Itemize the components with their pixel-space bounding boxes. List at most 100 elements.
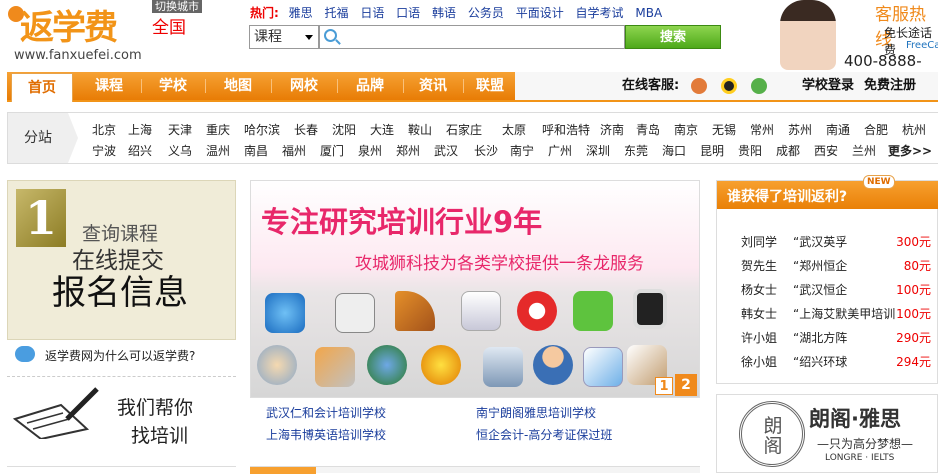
nav-item-schools[interactable]: 学校 — [143, 72, 203, 100]
search-button[interactable]: 搜索 — [625, 25, 721, 49]
hot-keyword-link[interactable]: MBA — [635, 6, 662, 20]
city-link[interactable]: 广州 — [548, 142, 572, 159]
hot-keyword-link[interactable]: 雅思 — [289, 6, 313, 20]
why-refund-link[interactable]: 返学费网为什么可以返学费? — [15, 346, 235, 366]
nav-item-home[interactable]: 首页 — [11, 73, 73, 102]
rebate-row[interactable]: 杨女士 “武汉恒企 100元 — [741, 281, 931, 299]
city-link[interactable]: 南宁 — [510, 142, 534, 159]
school-link[interactable]: 武汉仁和会计培训学校 — [266, 404, 386, 421]
nav-item-brands[interactable]: 品牌 — [339, 72, 401, 100]
find-training-banner[interactable]: 我们帮你 找培训 — [7, 376, 236, 456]
city-link[interactable]: 绍兴 — [128, 142, 152, 159]
city-link[interactable]: 天津 — [168, 121, 192, 138]
city-link[interactable]: 义乌 — [168, 142, 192, 159]
banner-headline: 专注研究培训行业9年 — [261, 205, 543, 239]
city-link[interactable]: 石家庄 — [446, 121, 482, 138]
city-link[interactable]: 哈尔滨 — [244, 121, 280, 138]
city-link[interactable]: 苏州 — [788, 121, 812, 138]
city-link[interactable]: 兰州 — [852, 142, 876, 159]
city-link[interactable]: 合肥 — [864, 121, 888, 138]
city-link[interactable]: 郑州 — [396, 142, 420, 159]
design-tool-icon — [395, 291, 435, 331]
city-link[interactable]: 南昌 — [244, 142, 268, 159]
enroll-promo[interactable]: 1 查询课程 在线提交 报名信息 — [7, 180, 236, 340]
nav-item-map[interactable]: 地图 — [207, 72, 269, 100]
city-link[interactable]: 泉州 — [358, 142, 382, 159]
nav-item-courses[interactable]: 课程 — [79, 72, 139, 100]
rebate-amount: 80元 — [903, 259, 931, 273]
city-link[interactable]: 东莞 — [624, 142, 648, 159]
city-link[interactable]: 上海 — [128, 121, 152, 138]
city-link[interactable]: 深圳 — [586, 142, 610, 159]
city-link[interactable]: 福州 — [282, 142, 306, 159]
hot-keyword-link[interactable]: 韩语 — [432, 6, 456, 20]
city-link[interactable]: 昆明 — [700, 142, 724, 159]
city-link[interactable]: 北京 — [92, 121, 116, 138]
city-link[interactable]: 青岛 — [636, 121, 660, 138]
rebate-title: 谁获得了培训返利? — [727, 189, 848, 205]
msn-icon[interactable] — [751, 78, 767, 94]
city-link[interactable]: 鞍山 — [408, 121, 432, 138]
city-link[interactable]: 宁波 — [92, 142, 116, 159]
hot-keyword-link[interactable]: 日语 — [360, 6, 384, 20]
banner-page-1[interactable]: 1 — [655, 377, 673, 395]
rebate-list: 谁获得了培训返利? NEW 刘同学 “武汉英孚 300元 贺先生 “郑州恒企 80元 杨… — [716, 175, 938, 384]
hot-keyword-link[interactable]: 平面设计 — [516, 6, 564, 20]
longre-ielts-ad[interactable]: 朗阁 朗阁·雅思 —只为高分梦想— LONGRE · IELTS — [716, 394, 938, 473]
feature-banner[interactable]: 专注研究培训行业9年 攻城狮科技为各类学校提供一条龙服务 1 2 — [250, 180, 700, 398]
city-link[interactable]: 南通 — [826, 121, 850, 138]
register-link[interactable]: 免费注册 — [864, 72, 916, 100]
school-login-link[interactable]: 学校登录 — [802, 72, 854, 100]
city-link[interactable]: 厦门 — [320, 142, 344, 159]
hot-keyword-link[interactable]: 口语 — [396, 6, 420, 20]
city-link[interactable]: 沈阳 — [332, 121, 356, 138]
longre-motto: —只为高分梦想— — [817, 437, 914, 451]
rebate-row[interactable]: 许小姐 “湖北方阵 290元 — [741, 329, 931, 347]
slogan-line-1: 我们帮你 — [117, 397, 194, 419]
rebate-row[interactable]: 韩女士 “上海艾默美甲培训 100元 — [741, 305, 931, 323]
rebate-name: 贺先生 — [741, 259, 778, 273]
city-link[interactable]: 成都 — [776, 142, 800, 159]
city-link[interactable]: 长沙 — [474, 142, 498, 159]
school-link[interactable]: 南宁朗阁雅思培训学校 — [476, 404, 596, 421]
city-link[interactable]: 太原 — [502, 121, 526, 138]
city-link[interactable]: 长春 — [294, 121, 318, 138]
city-link[interactable]: 大连 — [370, 121, 394, 138]
city-link[interactable]: 海口 — [662, 142, 686, 159]
nav-item-news[interactable]: 资讯 — [405, 72, 461, 100]
search-category-select[interactable]: 课程 — [249, 25, 319, 49]
city-link[interactable]: 常州 — [750, 121, 774, 138]
rebate-row[interactable]: 刘同学 “武汉英孚 300元 — [741, 233, 931, 251]
service-agent-photo — [780, 0, 836, 70]
more-cities-link[interactable]: 更多>> — [888, 142, 932, 159]
rebate-row[interactable]: 徐小姐 “绍兴环球 294元 — [741, 353, 931, 371]
school-link[interactable]: 上海韦博英语培训学校 — [266, 426, 386, 443]
banner-page-2[interactable]: 2 — [675, 374, 697, 396]
city-link[interactable]: 南京 — [674, 121, 698, 138]
city-link[interactable]: 济南 — [600, 121, 624, 138]
hot-keyword-link[interactable]: 托福 — [324, 6, 348, 20]
longre-en: LONGRE · IELTS — [825, 453, 895, 463]
city-link[interactable]: 西安 — [814, 142, 838, 159]
current-city: 全国 — [152, 18, 186, 38]
rebate-row[interactable]: 贺先生 “郑州恒企 80元 — [741, 257, 931, 275]
city-link[interactable]: 温州 — [206, 142, 230, 159]
city-link[interactable]: 武汉 — [434, 142, 458, 159]
city-link[interactable]: 贵阳 — [738, 142, 762, 159]
city-link[interactable]: 呼和浩特 — [542, 121, 590, 138]
chat-arrow-icon[interactable] — [691, 78, 707, 94]
site-logo[interactable]: 返学费 www.fanxuefei.com — [6, 0, 146, 66]
search-category-value: 课程 — [254, 29, 282, 45]
city-link[interactable]: 杭州 — [902, 121, 926, 138]
nav-item-alliance[interactable]: 联盟 — [465, 72, 515, 100]
nav-item-online-school[interactable]: 网校 — [273, 72, 335, 100]
rebate-header: 谁获得了培训返利? NEW — [717, 175, 938, 209]
hot-keyword-link[interactable]: 公务员 — [468, 6, 504, 20]
hot-keyword-link[interactable]: 自学考试 — [576, 6, 624, 20]
city-link[interactable]: 重庆 — [206, 121, 230, 138]
search-input[interactable] — [319, 25, 625, 49]
qq-icon[interactable] — [721, 78, 737, 94]
school-link[interactable]: 恒企会计-高分考证保过班 — [476, 426, 612, 443]
city-link[interactable]: 无锡 — [712, 121, 736, 138]
city-switch-button[interactable]: 切换城市 — [152, 0, 202, 13]
